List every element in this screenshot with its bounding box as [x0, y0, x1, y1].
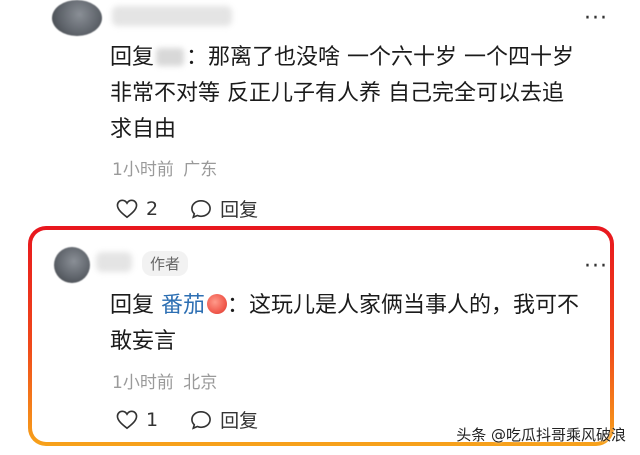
heart-icon	[116, 199, 138, 218]
watermark: 头条 @吃瓜抖哥乘风破浪	[456, 426, 626, 444]
reply-label: 回复	[220, 410, 259, 432]
avatar[interactable]	[52, 0, 102, 36]
comment-time: 1小时前	[112, 373, 174, 393]
more-dots-icon[interactable]: ···	[584, 256, 608, 278]
comment-time: 1小时前	[112, 160, 174, 180]
tomato-emoji-icon	[207, 294, 228, 314]
comment-bubble-icon	[191, 410, 212, 430]
comment-location: 广东	[183, 160, 218, 180]
comment-body: 回复 番茄 ：这玩儿是人家俩当事人的，我可不 敢妄言	[110, 288, 590, 360]
author-badge: 作者	[142, 251, 189, 276]
comment-text-line3: 求自由	[110, 117, 177, 142]
more-dots-icon[interactable]: ···	[584, 8, 608, 30]
username-blurred[interactable]	[96, 252, 132, 272]
comment-text-line1: ：这玩儿是人家俩当事人的，我可不	[227, 293, 580, 318]
like-button[interactable]: 2	[116, 198, 158, 220]
comment-meta: 1小时前 北京	[112, 368, 217, 393]
comment-actions: 1 回复	[116, 406, 290, 433]
comment-text-line2: 敢妄言	[110, 329, 177, 354]
comment-body: 回复 ：那离了也没啥 一个六十岁 一个四十岁 非常不对等 反正儿子有人养 自己完全…	[110, 40, 630, 148]
heart-icon	[116, 410, 138, 429]
comment-text-line1: ：那离了也没啥 一个六十岁 一个四十岁	[186, 45, 575, 70]
username-blurred[interactable]	[112, 6, 232, 26]
like-button[interactable]: 1	[116, 409, 158, 431]
comment-meta: 1小时前 广东	[112, 155, 217, 180]
reply-target-name[interactable]: 番茄	[161, 293, 205, 318]
avatar[interactable]	[54, 247, 90, 283]
like-count: 1	[146, 408, 159, 431]
reply-prefix: 回复	[110, 293, 155, 318]
reply-button[interactable]: 回复	[190, 195, 258, 222]
comment-text-line2: 非常不对等 反正儿子有人养 自己完全可以去追	[110, 81, 564, 106]
comment-location: 北京	[183, 373, 218, 393]
comment-actions: 2 回复	[116, 195, 290, 222]
reply-button[interactable]: 回复	[190, 406, 258, 433]
reply-label: 回复	[220, 199, 259, 221]
comment-bubble-icon	[191, 199, 212, 219]
reply-prefix: 回复	[110, 45, 155, 70]
like-count: 2	[146, 197, 159, 220]
reply-target-blurred[interactable]	[156, 48, 185, 66]
